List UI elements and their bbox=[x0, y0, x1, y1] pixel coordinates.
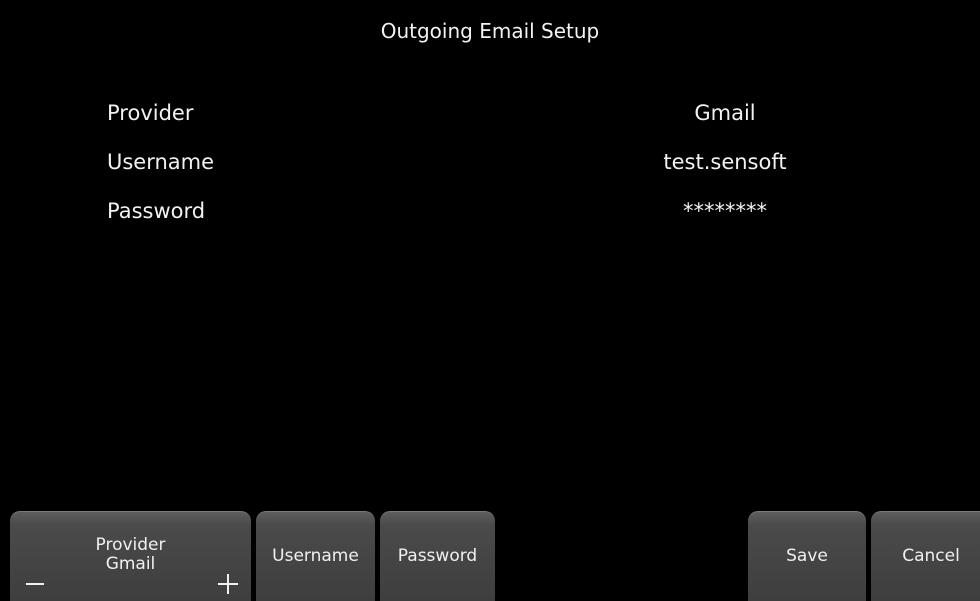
plus-icon[interactable] bbox=[218, 574, 238, 594]
cancel-button[interactable]: Cancel bbox=[871, 511, 980, 601]
username-button[interactable]: Username bbox=[256, 511, 375, 601]
password-value: ******** bbox=[683, 199, 767, 223]
username-label: Username bbox=[107, 150, 215, 174]
save-button[interactable]: Save bbox=[748, 511, 866, 601]
provider-selector-title: Provider bbox=[95, 535, 166, 555]
username-button-label: Username bbox=[272, 546, 359, 566]
password-button-label: Password bbox=[397, 546, 478, 566]
username-value: test.sensoft bbox=[663, 150, 787, 174]
page-title: Outgoing Email Setup bbox=[380, 19, 600, 43]
provider-selector-value: Gmail bbox=[105, 554, 156, 574]
password-label: Password bbox=[107, 199, 206, 223]
password-button[interactable]: Password bbox=[380, 511, 495, 601]
provider-selector-button[interactable]: Provider Gmail bbox=[10, 511, 251, 601]
save-button-label: Save bbox=[786, 546, 828, 566]
provider-value: Gmail bbox=[694, 101, 756, 125]
cancel-button-label: Cancel bbox=[902, 546, 960, 566]
minus-icon[interactable] bbox=[26, 583, 44, 585]
provider-label: Provider bbox=[107, 101, 194, 125]
